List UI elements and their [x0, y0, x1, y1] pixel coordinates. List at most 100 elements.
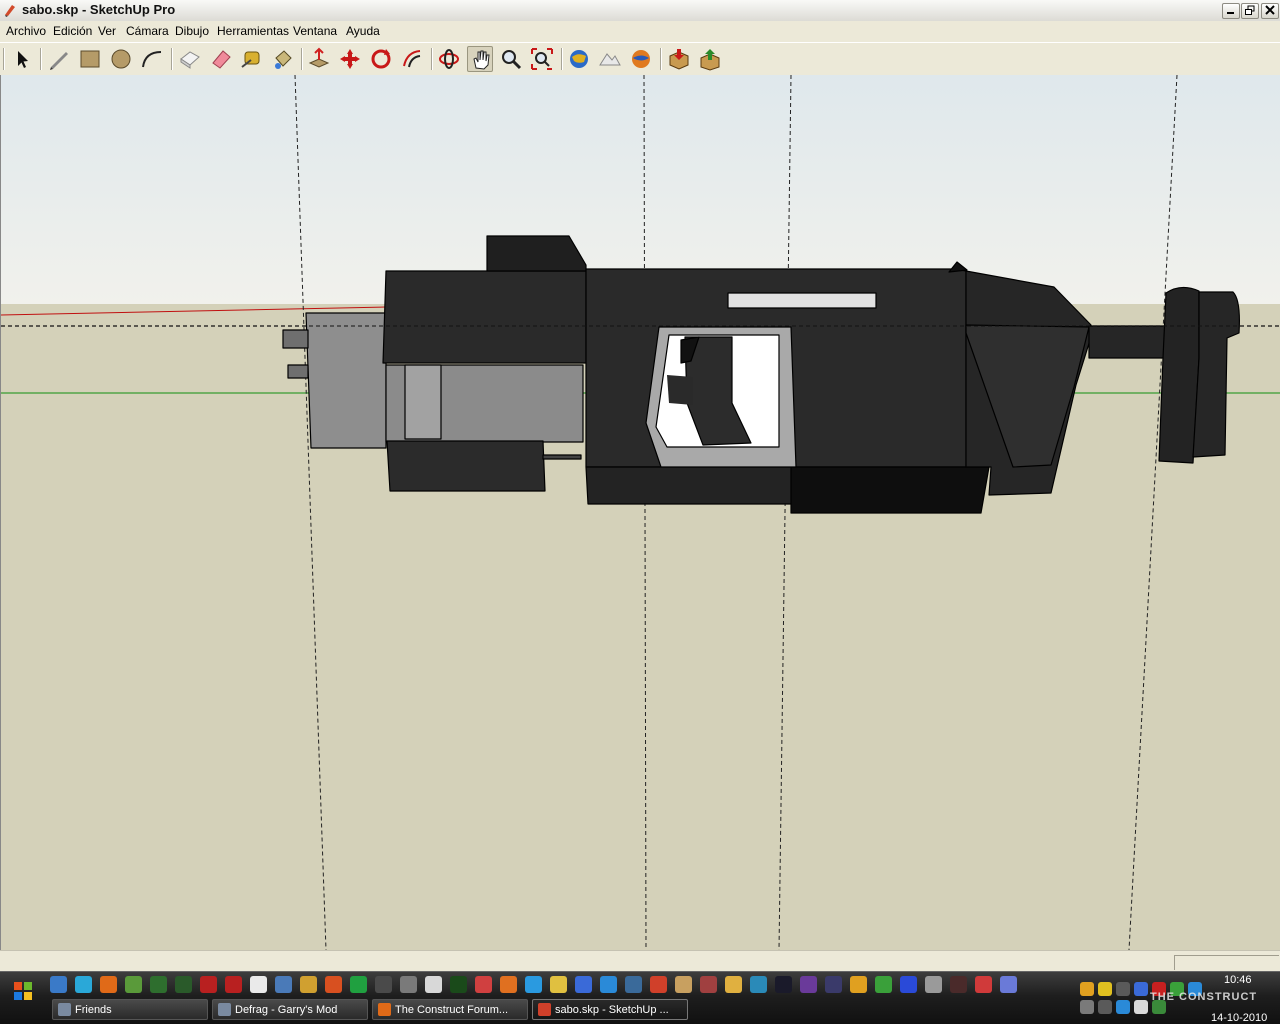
circle-tool-button[interactable]: [108, 46, 134, 72]
tray-update-icon[interactable]: [1080, 982, 1094, 996]
zoom-extents-button[interactable]: [529, 46, 555, 72]
ball-icon[interactable]: [600, 976, 617, 993]
monitor-icon[interactable]: [375, 976, 392, 993]
dvd-icon[interactable]: [200, 976, 217, 993]
place-model-button[interactable]: [628, 46, 654, 72]
firefox-icon[interactable]: [100, 976, 117, 993]
utility-icon[interactable]: [125, 976, 142, 993]
pan-tool-button[interactable]: [467, 46, 493, 72]
window-title: sabo.skp - SketchUp Pro: [22, 2, 176, 17]
player-icon[interactable]: [575, 976, 592, 993]
scene-canvas[interactable]: [1, 75, 1280, 950]
tray-network-icon[interactable]: [1134, 982, 1148, 996]
menu-camara[interactable]: Cámara: [126, 24, 169, 38]
sketchup-icon[interactable]: [650, 976, 667, 993]
pan-hand-icon: [473, 50, 490, 70]
sketchup-window: sabo.skp - SketchUp Pro Archivo Edición …: [0, 0, 1280, 1024]
photo-icon[interactable]: [750, 976, 767, 993]
premiere-icon[interactable]: [800, 976, 817, 993]
tool-icon[interactable]: [500, 976, 517, 993]
window-icon[interactable]: [250, 976, 267, 993]
graph-icon[interactable]: [450, 976, 467, 993]
heart-icon[interactable]: [975, 976, 992, 993]
box-icon[interactable]: [675, 976, 692, 993]
push-pull-button[interactable]: [306, 46, 332, 72]
push-pull-icon: [308, 47, 330, 68]
chat-icon[interactable]: [425, 976, 442, 993]
gamepad-icon[interactable]: [400, 976, 417, 993]
menu-herramientas[interactable]: Herramientas: [217, 24, 289, 38]
eraser-tool-button[interactable]: [208, 46, 234, 72]
zoom-tool-button[interactable]: [498, 46, 524, 72]
move-tool-button[interactable]: [337, 46, 363, 72]
menu-ventana[interactable]: Ventana: [293, 24, 337, 38]
menu-archivo[interactable]: Archivo: [6, 24, 46, 38]
download-icon[interactable]: [325, 976, 342, 993]
menu-ver[interactable]: Ver: [98, 24, 116, 38]
offset-tool-button[interactable]: [399, 46, 425, 72]
tray-volume-icon[interactable]: [1080, 1000, 1094, 1014]
share-model-icon: [700, 49, 720, 71]
skype-icon[interactable]: [525, 976, 542, 993]
display-icon[interactable]: [625, 976, 642, 993]
tv-icon[interactable]: [700, 976, 717, 993]
ant-icon[interactable]: [950, 976, 967, 993]
orbit-tool-button[interactable]: [436, 46, 462, 72]
share-model-button[interactable]: [697, 46, 723, 72]
component-icon: [180, 51, 200, 69]
task-friends[interactable]: Friends: [52, 999, 208, 1020]
tray-shield-icon[interactable]: [1098, 982, 1112, 996]
shield-icon[interactable]: [300, 976, 317, 993]
paint-bucket-button[interactable]: [270, 46, 296, 72]
get-current-view-button[interactable]: [566, 46, 592, 72]
rotate-tool-button[interactable]: [368, 46, 394, 72]
task-garrys-mod[interactable]: Defrag - Garry's Mod: [212, 999, 368, 1020]
menu-dibujo[interactable]: Dibujo: [175, 24, 209, 38]
line-tool-button[interactable]: [46, 46, 72, 72]
folder-icon[interactable]: [725, 976, 742, 993]
messenger-icon[interactable]: [75, 976, 92, 993]
model-viewport[interactable]: [0, 75, 1280, 950]
plane-icon[interactable]: [900, 976, 917, 993]
steam-icon[interactable]: [775, 976, 792, 993]
tray-device-icon[interactable]: [1098, 1000, 1112, 1014]
rectangle-tool-button[interactable]: [77, 46, 103, 72]
film-icon[interactable]: [175, 976, 192, 993]
task-construct-forum[interactable]: The Construct Forum...: [372, 999, 528, 1020]
steam-icon: [218, 1003, 231, 1016]
arc-tool-button[interactable]: [139, 46, 165, 72]
tape-measure-button[interactable]: [239, 46, 265, 72]
tray-message-icon[interactable]: [1134, 1000, 1148, 1014]
task-sketchup[interactable]: sabo.skp - SketchUp ...: [532, 999, 688, 1020]
make-component-button[interactable]: [177, 46, 203, 72]
lock-icon[interactable]: [850, 976, 867, 993]
select-tool-button[interactable]: [9, 46, 35, 72]
video-icon[interactable]: [150, 976, 167, 993]
gear-icon[interactable]: [925, 976, 942, 993]
get-models-button[interactable]: [666, 46, 692, 72]
maximize-button[interactable]: [1241, 3, 1259, 19]
after-effects-icon[interactable]: [825, 976, 842, 993]
rectangle-icon: [80, 50, 100, 68]
clock-time[interactable]: 10:46: [1224, 974, 1252, 986]
grid-icon[interactable]: [475, 976, 492, 993]
clock-date[interactable]: 14-10-2010: [1211, 1012, 1267, 1024]
measurements-box[interactable]: [1174, 955, 1279, 970]
tray-sync-icon[interactable]: [1116, 1000, 1130, 1014]
swirl-icon[interactable]: [1000, 976, 1017, 993]
h-icon[interactable]: [350, 976, 367, 993]
close-button[interactable]: [1261, 3, 1279, 19]
steam-icon: [58, 1003, 71, 1016]
menu-edicion[interactable]: Edición: [53, 24, 92, 38]
minimize-button[interactable]: [1222, 3, 1240, 19]
restore-icon: [1245, 5, 1255, 15]
butterfly-icon[interactable]: [550, 976, 567, 993]
toggle-terrain-button[interactable]: [597, 46, 623, 72]
start-orb-icon[interactable]: [10, 978, 36, 1004]
tray-tool-icon[interactable]: [1116, 982, 1130, 996]
ie-icon[interactable]: [50, 976, 67, 993]
chrome-icon[interactable]: [875, 976, 892, 993]
dvd-burner-icon[interactable]: [225, 976, 242, 993]
network-icon[interactable]: [275, 976, 292, 993]
menu-ayuda[interactable]: Ayuda: [346, 24, 380, 38]
